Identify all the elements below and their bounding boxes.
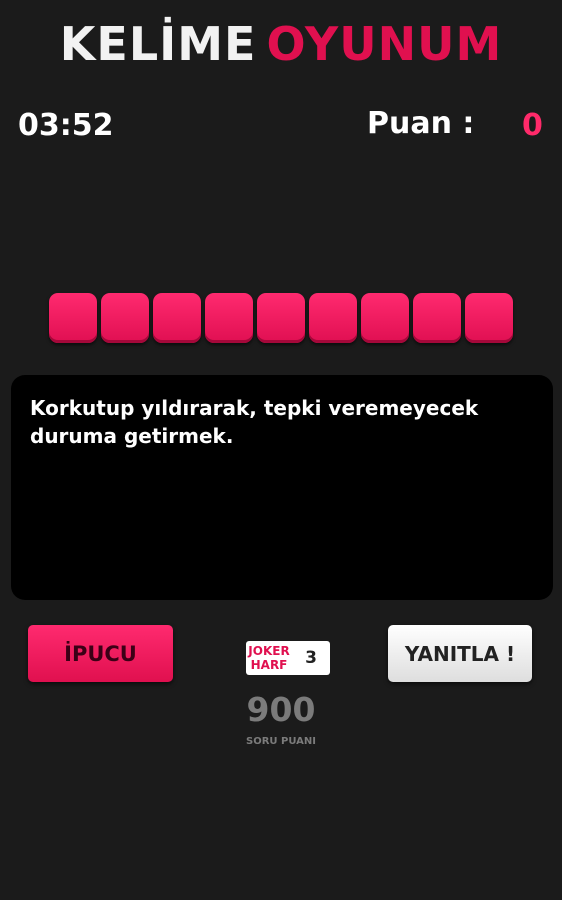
clue-panel: Korkutup yıldırarak, tepki veremeyecek d… — [11, 375, 553, 600]
hint-button[interactable]: İPUCU — [28, 625, 173, 682]
joker-count: 3 — [305, 648, 317, 668]
letter-tile — [49, 293, 97, 343]
clue-text: Korkutup yıldırarak, tepki veremeyecek d… — [30, 396, 479, 448]
countdown-timer: 03:52 — [18, 108, 114, 143]
letter-tile — [257, 293, 305, 343]
app-title-part2: OYUNUM — [266, 17, 503, 71]
question-points-label: SORU PUANI — [246, 736, 316, 747]
letter-tile — [361, 293, 409, 343]
joker-letter-button[interactable]: JOKER HARF 3 — [246, 641, 330, 675]
app-title: KELİME OYUNUM — [0, 12, 562, 76]
letter-tile — [465, 293, 513, 343]
letter-tile — [205, 293, 253, 343]
app-title-part1: KELİME — [59, 17, 257, 71]
letter-tiles — [49, 293, 513, 343]
letter-tile — [153, 293, 201, 343]
question-points: 900 — [246, 690, 316, 729]
letter-tile — [101, 293, 149, 343]
letter-tile — [413, 293, 461, 343]
score-label: Puan : — [367, 106, 475, 141]
joker-label-line1: JOKER — [248, 644, 290, 658]
letter-tile — [309, 293, 357, 343]
score-value: 0 — [522, 108, 543, 143]
answer-button[interactable]: YANITLA ! — [388, 625, 532, 682]
joker-letter-label: JOKER HARF — [246, 644, 292, 672]
joker-label-line2: HARF — [250, 658, 288, 672]
